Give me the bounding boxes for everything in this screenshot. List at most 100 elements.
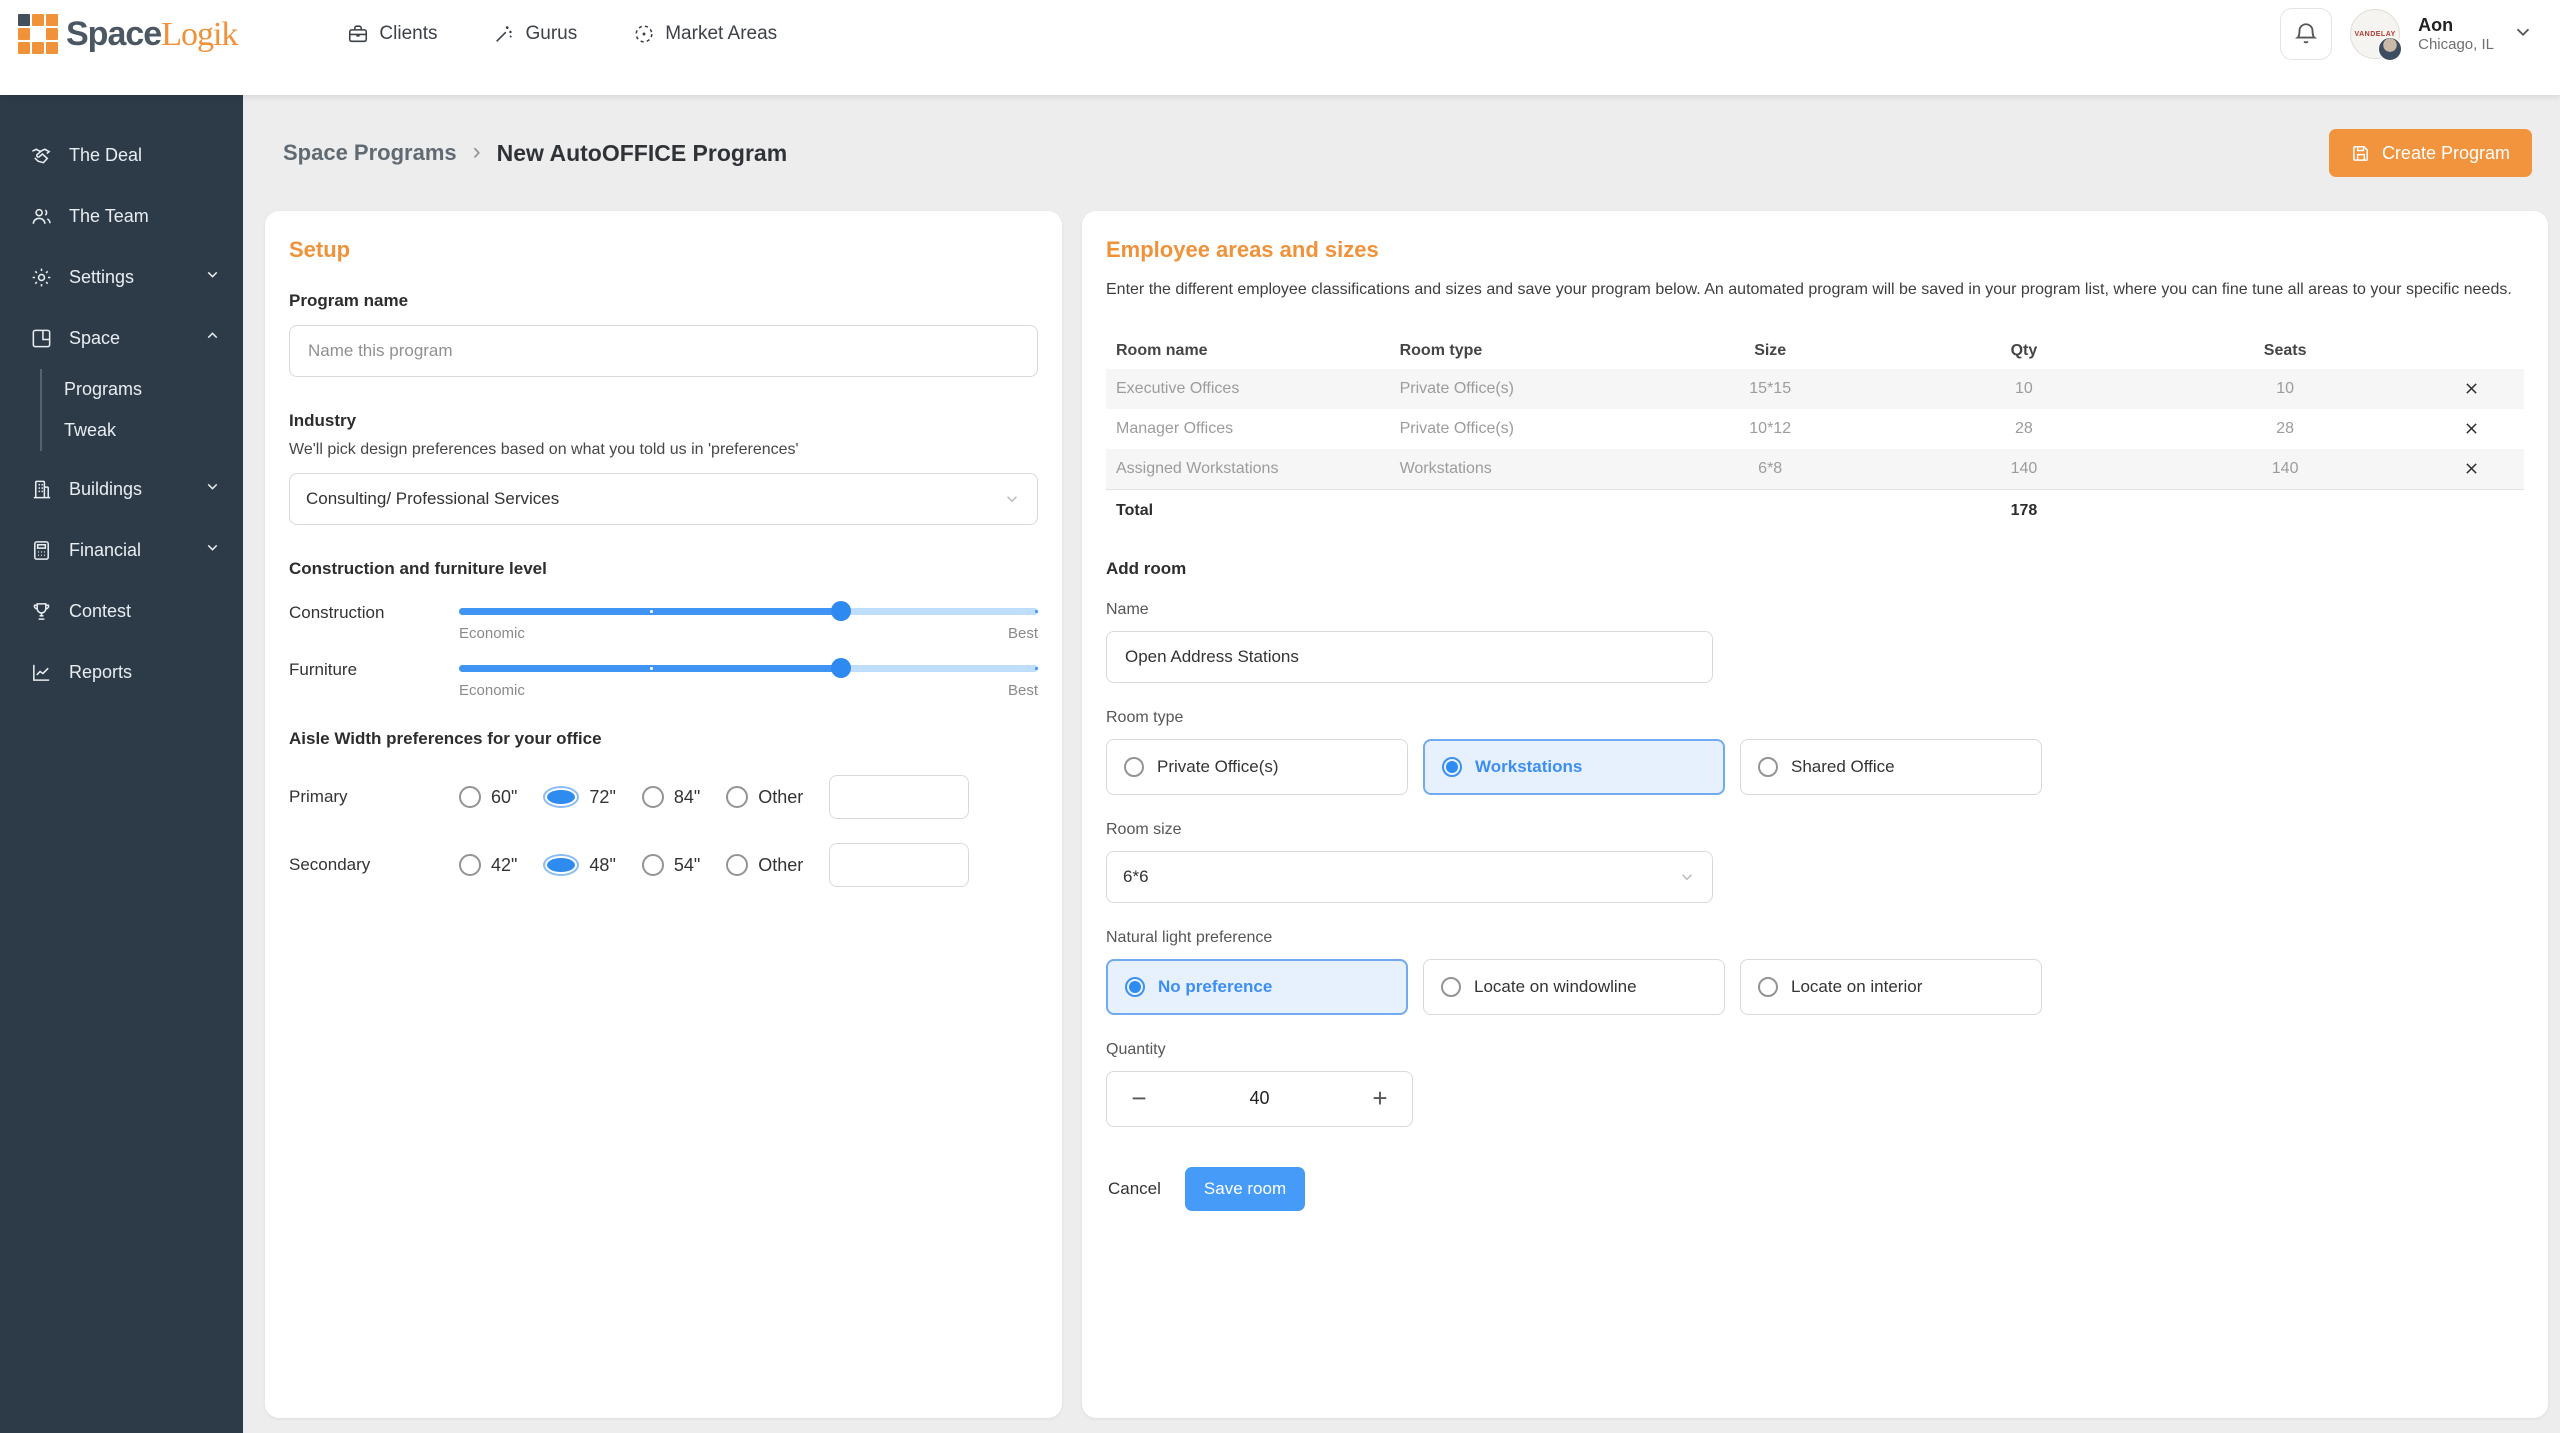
cell-qty: 140: [2010, 459, 2038, 477]
room-type-shared-office[interactable]: Shared Office: [1740, 738, 2042, 795]
room-name-label: Name: [1106, 600, 1149, 618]
employee-areas-description: Enter the different employee classificat…: [1106, 281, 2512, 298]
nav-item-gurus[interactable]: Gurus: [493, 23, 577, 45]
radio-primary-60[interactable]: 60": [459, 786, 517, 808]
create-program-button[interactable]: Create Program: [2328, 129, 2532, 177]
radio-secondary-other[interactable]: Other: [726, 854, 803, 876]
save-room-button[interactable]: Save room: [1184, 1166, 1306, 1211]
handshake-icon: [32, 147, 51, 164]
sidebar: The Deal The Team Settings Space Program…: [0, 95, 243, 1433]
table-header-row: Room name Room type Size Qty Seats: [1106, 333, 2524, 369]
sidebar-item-financial[interactable]: Financial: [0, 530, 243, 570]
notifications-button[interactable]: [2280, 8, 2333, 60]
create-program-label: Create Program: [2381, 142, 2510, 163]
room-type-workstations[interactable]: Workstations: [1423, 738, 1725, 795]
avatar[interactable]: VANDELAY: [2350, 9, 2403, 61]
sidebar-item-label: The Team: [69, 205, 149, 226]
sidebar-item-reports[interactable]: Reports: [0, 652, 243, 692]
radio-secondary-48[interactable]: 48": [543, 854, 616, 876]
chevron-down-icon: [2516, 28, 2530, 36]
room-size-select[interactable]: 6*6: [1106, 850, 1713, 903]
radio-selected-icon: [1442, 756, 1462, 777]
sidebar-item-the-deal[interactable]: The Deal: [0, 135, 243, 175]
header-right: VANDELAY Aon Chicago, IL: [2280, 8, 2534, 61]
slider-min-label: Economic: [459, 682, 525, 699]
radio-icon: [459, 854, 481, 876]
nav-item-market-areas[interactable]: Market Areas: [633, 23, 777, 45]
quantity-increment-button[interactable]: +: [1356, 1077, 1404, 1121]
quantity-decrement-button[interactable]: −: [1115, 1077, 1163, 1121]
room-type-private-office[interactable]: Private Office(s): [1106, 738, 1408, 795]
col-room-type: Room type: [1399, 341, 1483, 359]
chevron-down-icon: [1678, 868, 1696, 886]
radio-primary-84[interactable]: 84": [641, 786, 700, 808]
table-row: Manager Offices Private Office(s) 10*12 …: [1106, 409, 2524, 449]
avatar-photo: [2378, 37, 2403, 61]
construction-slider-handle[interactable]: [831, 601, 852, 621]
radio-icon: [1441, 976, 1461, 997]
light-windowline[interactable]: Locate on windowline: [1423, 958, 1725, 1015]
sidebar-item-contest[interactable]: Contest: [0, 591, 243, 631]
cell-seats: 28: [2276, 419, 2295, 437]
industry-select[interactable]: Consulting/ Professional Services: [289, 473, 1038, 525]
radio-label: 48": [589, 854, 616, 875]
logo-wordmark: SpaceLogik: [66, 15, 238, 54]
light-interior[interactable]: Locate on interior: [1740, 958, 2042, 1015]
radio-icon: [459, 786, 481, 808]
gear-icon: [32, 268, 51, 286]
magic-wand-icon: [496, 26, 513, 42]
delete-row-button[interactable]: [2459, 458, 2484, 479]
secondary-other-input[interactable]: [829, 843, 970, 887]
delete-row-button[interactable]: [2459, 418, 2484, 439]
user-menu[interactable]: Aon Chicago, IL: [2418, 15, 2494, 53]
sidebar-item-label: Financial: [69, 539, 142, 560]
furniture-slider-handle[interactable]: [831, 658, 852, 678]
quantity-stepper: − 40 +: [1106, 1070, 1413, 1127]
radio-secondary-42[interactable]: 42": [459, 854, 517, 876]
room-name-input[interactable]: [1106, 630, 1713, 683]
table-row: Assigned Workstations Workstations 6*8 1…: [1106, 448, 2524, 490]
radio-primary-other[interactable]: Other: [726, 786, 803, 808]
radio-secondary-54[interactable]: 54": [641, 854, 700, 876]
breadcrumb-separator: ›: [472, 138, 481, 165]
light-no-preference[interactable]: No preference: [1106, 958, 1408, 1015]
sidebar-space-submenu: Programs Tweak: [40, 369, 243, 451]
aisle-width-heading: Aisle Width preferences for your office: [289, 729, 602, 748]
building-icon: [33, 480, 51, 498]
cell-size: 15*15: [1749, 379, 1792, 397]
chevron-down-icon: [1003, 490, 1021, 508]
sidebar-item-programs[interactable]: Programs: [42, 369, 243, 410]
sidebar-item-buildings[interactable]: Buildings: [0, 469, 243, 509]
radio-selected-icon: [1125, 976, 1145, 997]
primary-other-input[interactable]: [829, 775, 970, 819]
cancel-button[interactable]: Cancel: [1106, 1173, 1163, 1205]
calculator-icon: [34, 540, 49, 560]
construction-slider-row: Construction Economic Best: [289, 601, 1038, 642]
user-menu-chevron[interactable]: [2512, 21, 2534, 48]
radio-icon: [1758, 756, 1778, 777]
construction-slider[interactable]: [459, 601, 1038, 621]
furniture-slider[interactable]: [459, 658, 1038, 678]
sidebar-item-tweak[interactable]: Tweak: [42, 410, 243, 451]
briefcase-icon: [349, 25, 368, 43]
col-qty: Qty: [2010, 341, 2038, 359]
app-logo[interactable]: SpaceLogik: [18, 14, 238, 54]
cell-room-name: Assigned Workstations: [1116, 459, 1279, 477]
delete-row-button[interactable]: [2459, 378, 2484, 399]
card-label: Workstations: [1475, 756, 1583, 776]
breadcrumb-parent-link[interactable]: Space Programs: [283, 140, 457, 166]
program-name-input[interactable]: [289, 325, 1038, 377]
cell-size: 6*8: [1758, 459, 1783, 477]
app-root: SpaceLogik Clients Gurus Market Areas VA…: [0, 0, 2560, 1433]
bell-icon: [2295, 23, 2318, 44]
page-title: New AutoOFFICE Program: [496, 139, 788, 166]
radio-primary-72[interactable]: 72": [543, 786, 616, 808]
close-icon: [2466, 382, 2477, 394]
sidebar-item-the-team[interactable]: The Team: [0, 196, 243, 236]
slider-min-label: Economic: [459, 625, 525, 642]
sidebar-item-settings[interactable]: Settings: [0, 257, 243, 297]
sidebar-item-label: Reports: [69, 661, 133, 682]
sidebar-item-space[interactable]: Space: [0, 318, 243, 358]
nav-item-clients[interactable]: Clients: [347, 23, 437, 45]
sidebar-item-label: Space: [69, 327, 121, 348]
